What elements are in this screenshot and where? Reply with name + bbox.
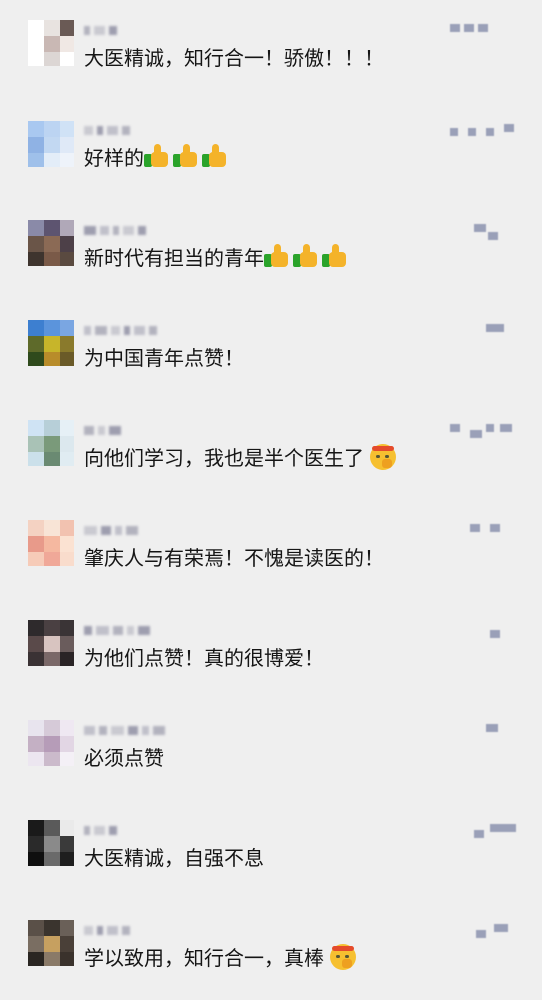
avatar[interactable] bbox=[28, 820, 74, 866]
avatar[interactable] bbox=[28, 20, 74, 66]
comment-text: 肇庆人与有荣焉！不愧是读医的！ bbox=[84, 544, 384, 572]
nickname-obscured[interactable] bbox=[84, 424, 234, 438]
thumbs-up-icon bbox=[144, 144, 170, 168]
comment-meta-obscured[interactable] bbox=[450, 824, 522, 842]
comment-item: 肇庆人与有荣焉！不愧是读医的！ bbox=[0, 500, 542, 600]
avatar[interactable] bbox=[28, 520, 74, 566]
thumbs-up-icon bbox=[173, 144, 199, 168]
nickname-obscured[interactable] bbox=[84, 124, 234, 138]
comment-item: 必须点赞 bbox=[0, 700, 542, 800]
nickname-obscured[interactable] bbox=[84, 824, 234, 838]
comment-meta-obscured[interactable] bbox=[450, 424, 522, 442]
nickname-obscured[interactable] bbox=[84, 324, 234, 338]
comment-text: 新时代有担当的青年 bbox=[84, 244, 351, 272]
shushing-face-icon bbox=[330, 944, 356, 970]
comment-text-label: 为中国青年点赞！ bbox=[84, 346, 244, 370]
comment-text-label: 为他们点赞！真的很博爱！ bbox=[84, 646, 324, 670]
avatar[interactable] bbox=[28, 720, 74, 766]
comment-meta-obscured[interactable] bbox=[450, 224, 522, 242]
comment-text-label: 必须点赞 bbox=[84, 746, 164, 770]
comment-meta-obscured[interactable] bbox=[450, 924, 522, 942]
comment-item: 大医精诚，自强不息 bbox=[0, 800, 542, 900]
thumbs-up-icon bbox=[264, 244, 290, 268]
comment-text: 向他们学习，我也是半个医生了 bbox=[84, 444, 396, 472]
nickname-obscured[interactable] bbox=[84, 924, 234, 938]
comment-text-label: 肇庆人与有荣焉！不愧是读医的！ bbox=[84, 546, 384, 570]
comment-item: 新时代有担当的青年 bbox=[0, 200, 542, 300]
thumbs-up-icon bbox=[293, 244, 319, 268]
comment-text-label: 大医精诚，自强不息 bbox=[84, 846, 264, 870]
comment-text: 必须点赞 bbox=[84, 744, 164, 772]
thumbs-up-icon bbox=[202, 144, 228, 168]
comment-list: 大医精诚，知行合一！骄傲！！！ 好样的新时代有担当的青年 为中国青年点赞！ 向他们学习… bbox=[0, 0, 542, 1000]
nickname-obscured[interactable] bbox=[84, 24, 234, 38]
comment-item: 向他们学习，我也是半个医生了 bbox=[0, 400, 542, 500]
avatar[interactable] bbox=[28, 920, 74, 966]
avatar[interactable] bbox=[28, 620, 74, 666]
comment-text: 学以致用，知行合一，真棒 bbox=[84, 944, 356, 972]
avatar[interactable] bbox=[28, 121, 74, 167]
comment-meta-obscured[interactable] bbox=[450, 624, 522, 642]
comment-text: 大医精诚，自强不息 bbox=[84, 844, 264, 872]
comment-text-label: 新时代有担当的青年 bbox=[84, 246, 264, 270]
comment-text-label: 大医精诚，知行合一！骄傲！！！ bbox=[84, 46, 384, 70]
comment-item: 为他们点赞！真的很博爱！ bbox=[0, 600, 542, 700]
avatar[interactable] bbox=[28, 420, 74, 466]
comment-meta-obscured[interactable] bbox=[450, 24, 522, 42]
comment-meta-obscured[interactable] bbox=[450, 524, 522, 542]
comment-item: 为中国青年点赞！ bbox=[0, 300, 542, 400]
comment-text-label: 学以致用，知行合一，真棒 bbox=[84, 946, 324, 970]
thumbs-up-icon bbox=[322, 244, 348, 268]
nickname-obscured[interactable] bbox=[84, 524, 234, 538]
shushing-face-icon bbox=[370, 444, 396, 470]
avatar[interactable] bbox=[28, 320, 74, 366]
comment-text: 大医精诚，知行合一！骄傲！！！ bbox=[84, 44, 384, 72]
comment-text-label: 好样的 bbox=[84, 146, 144, 170]
comment-item: 好样的 bbox=[0, 100, 542, 200]
comment-meta-obscured[interactable] bbox=[450, 724, 522, 742]
comment-item: 学以致用，知行合一，真棒 bbox=[0, 900, 542, 1000]
comment-text: 为他们点赞！真的很博爱！ bbox=[84, 644, 324, 672]
comment-item: 大医精诚，知行合一！骄傲！！！ bbox=[0, 0, 542, 100]
comment-meta-obscured[interactable] bbox=[450, 324, 522, 342]
avatar[interactable] bbox=[28, 220, 74, 266]
comment-text-label: 向他们学习，我也是半个医生了 bbox=[84, 446, 364, 470]
comment-text: 为中国青年点赞！ bbox=[84, 344, 244, 372]
nickname-obscured[interactable] bbox=[84, 224, 234, 238]
nickname-obscured[interactable] bbox=[84, 624, 234, 638]
comment-meta-obscured[interactable] bbox=[450, 124, 522, 142]
comment-text: 好样的 bbox=[84, 144, 231, 172]
nickname-obscured[interactable] bbox=[84, 724, 234, 738]
